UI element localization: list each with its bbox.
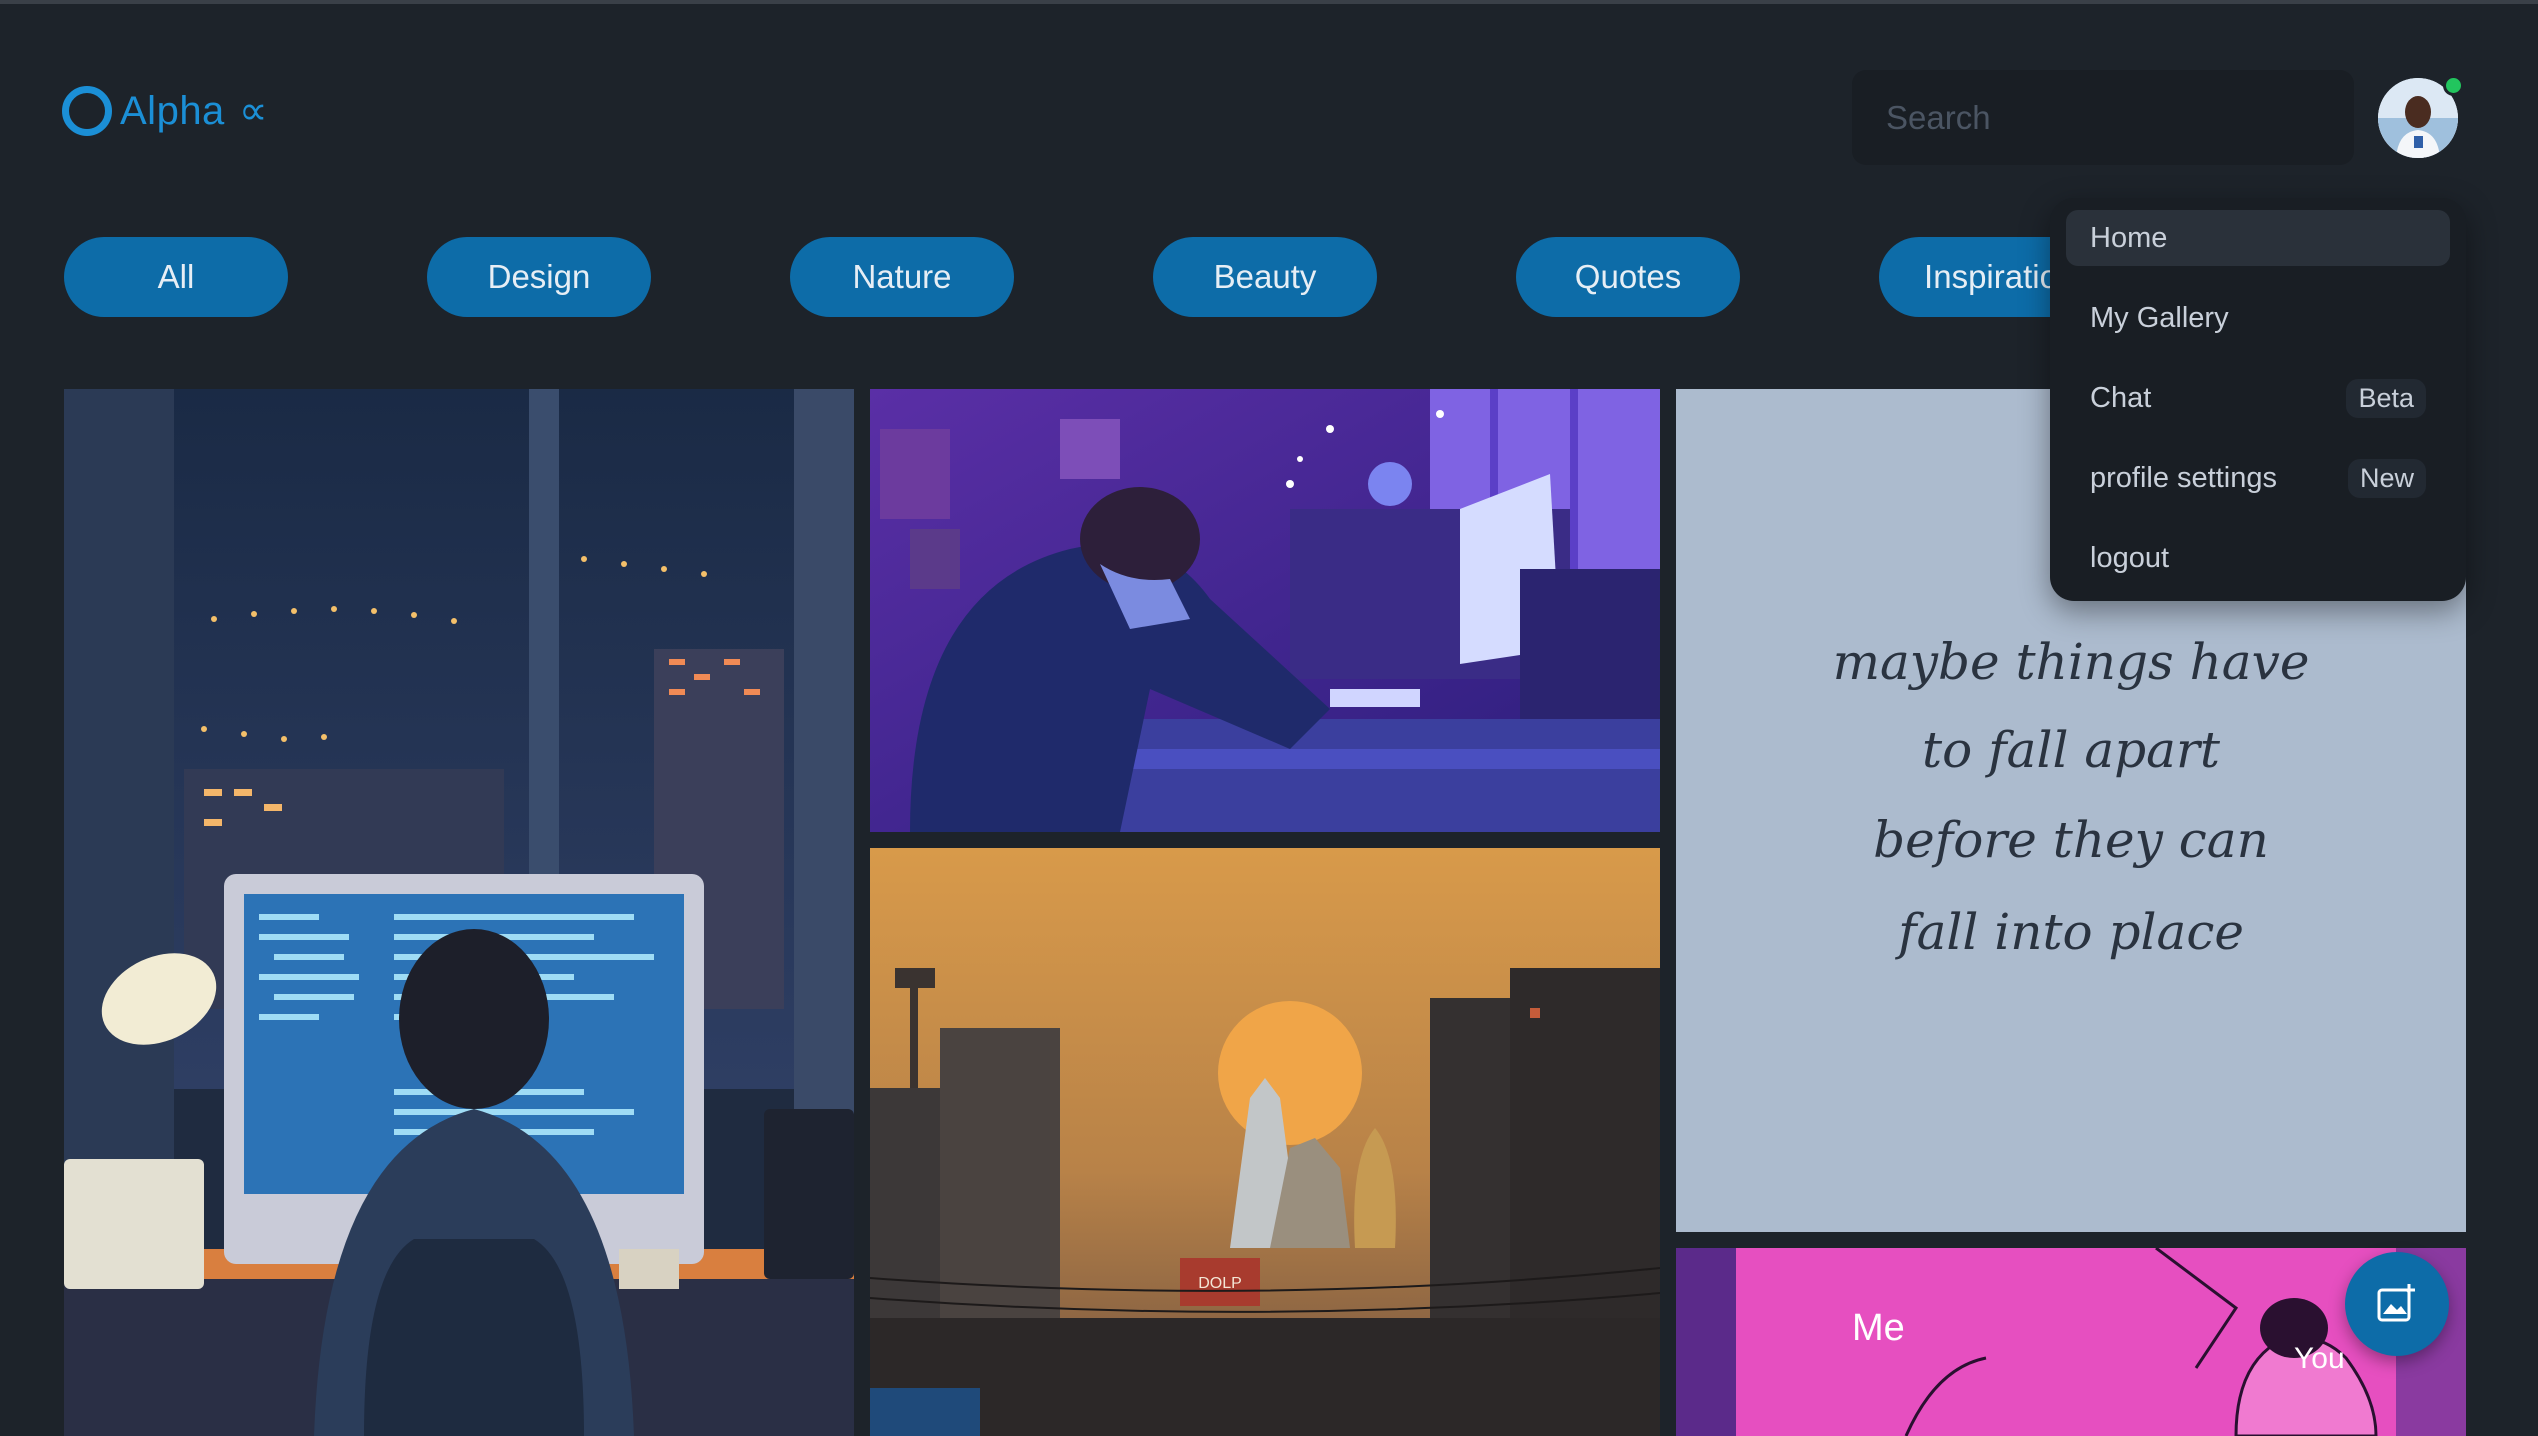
category-beauty[interactable]: Beauty bbox=[1153, 237, 1377, 317]
street-sign-text: DOLP bbox=[1198, 1275, 1242, 1292]
new-badge: New bbox=[2347, 458, 2426, 498]
gallery-image-pink-comic[interactable]: Me You bbox=[1676, 1248, 2466, 1436]
category-all[interactable]: All bbox=[64, 237, 288, 317]
gallery-image-tired-programmer[interactable] bbox=[870, 389, 1660, 832]
circle-logo-icon bbox=[62, 86, 112, 136]
note-line-1: maybe things have bbox=[1833, 633, 2310, 691]
menu-item-profile-settings[interactable]: profile settings New bbox=[2066, 450, 2450, 506]
comic-label-you: You bbox=[2294, 1342, 2345, 1375]
menu-item-logout[interactable]: logout bbox=[2066, 530, 2450, 586]
add-image-icon bbox=[2377, 1284, 2415, 1322]
beta-badge: Beta bbox=[2346, 378, 2426, 418]
note-line-2: to fall apart bbox=[1922, 721, 2221, 779]
upload-image-button[interactable] bbox=[2345, 1252, 2449, 1356]
profile-dropdown-menu: Home My Gallery Chat Beta profile settin… bbox=[2050, 198, 2466, 601]
online-status-indicator bbox=[2443, 75, 2464, 96]
menu-item-home[interactable]: Home bbox=[2066, 210, 2450, 266]
menu-item-label: My Gallery bbox=[2090, 301, 2229, 334]
category-nature[interactable]: Nature bbox=[790, 237, 1014, 317]
gallery-image-sunset-city[interactable]: DOLP bbox=[870, 848, 1660, 1436]
menu-item-label: Chat bbox=[2090, 381, 2152, 414]
menu-item-label: profile settings bbox=[2090, 461, 2277, 494]
menu-item-label: Home bbox=[2090, 221, 2168, 254]
category-design[interactable]: Design bbox=[427, 237, 651, 317]
comic-label-me: Me bbox=[1852, 1307, 1905, 1349]
app-name: Alpha bbox=[120, 88, 225, 133]
note-line-3: before they can bbox=[1873, 811, 2269, 869]
menu-item-chat[interactable]: Chat Beta bbox=[2066, 370, 2450, 426]
app-header: Alpha ∝ bbox=[0, 0, 2538, 200]
note-line-4: fall into place bbox=[1894, 903, 2244, 961]
category-quotes[interactable]: Quotes bbox=[1516, 237, 1740, 317]
app-symbol: ∝ bbox=[238, 89, 268, 133]
app-logo[interactable]: Alpha ∝ bbox=[62, 86, 267, 136]
menu-item-my-gallery[interactable]: My Gallery bbox=[2066, 290, 2450, 346]
menu-item-label: logout bbox=[2090, 541, 2170, 574]
gallery-image-coder-night[interactable] bbox=[64, 389, 854, 1436]
search-input[interactable] bbox=[1852, 70, 2354, 165]
